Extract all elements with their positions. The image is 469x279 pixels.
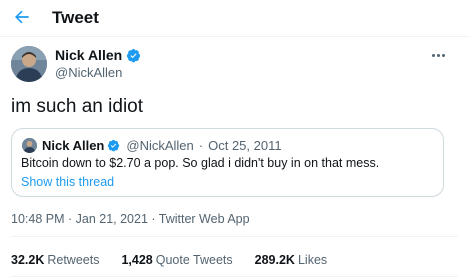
author-name[interactable]: Nick Allen [55, 47, 122, 63]
quoted-avatar [22, 138, 37, 153]
quoted-author-name: Nick Allen [42, 138, 105, 153]
quote-tweets-label: Quote Tweets [155, 253, 233, 267]
likes-stat[interactable]: 289.2K Likes [255, 253, 328, 267]
retweets-stat[interactable]: 32.2K Retweets [11, 253, 99, 267]
quote-tweets-stat[interactable]: 1,428 Quote Tweets [121, 253, 232, 267]
verified-badge-icon [127, 48, 141, 62]
quoted-separator: · [198, 138, 204, 153]
verified-badge-icon [108, 139, 120, 152]
page-title: Tweet [52, 8, 99, 27]
retweets-label: Retweets [47, 253, 100, 267]
likes-label: Likes [297, 253, 328, 267]
header-divider [0, 36, 469, 37]
author-handle[interactable]: @NickAllen [55, 65, 141, 80]
arrow-left-icon[interactable] [12, 7, 32, 27]
quoted-tweet-header: Nick Allen @NickAllen · Oct 25, 2011 [42, 138, 282, 153]
likes-count: 289.2K [254, 253, 295, 267]
quote-tweets-count: 1,428 [121, 253, 153, 267]
quoted-tweet-card[interactable]: Nick Allen @NickAllen · Oct 25, 2011 Bit… [11, 128, 444, 197]
tweet-stats: 32.2K Retweets 1,428 Quote Tweets 289.2K Li… [11, 253, 349, 267]
show-thread-link[interactable]: Show this thread [21, 175, 114, 189]
tweet-text: im such an idiot [11, 96, 144, 117]
avatar[interactable] [11, 46, 47, 82]
more-horizontal-icon[interactable] [428, 48, 448, 62]
quoted-date: Oct 25, 2011 [208, 138, 282, 153]
retweets-count: 32.2K [11, 253, 45, 267]
tweet-author[interactable]: Nick Allen @NickAllen [55, 46, 141, 80]
top-bar: Tweet [0, 0, 469, 36]
quoted-author-handle: @NickAllen [126, 138, 194, 153]
stats-divider [11, 276, 458, 277]
meta-divider [11, 236, 458, 237]
quoted-tweet-text: Bitcoin down to $2.70 a pop. So glad i d… [21, 156, 380, 170]
tweet-timestamp[interactable]: 10:48 PM · Jan 21, 2021 · Twitter Web Ap… [11, 212, 250, 226]
